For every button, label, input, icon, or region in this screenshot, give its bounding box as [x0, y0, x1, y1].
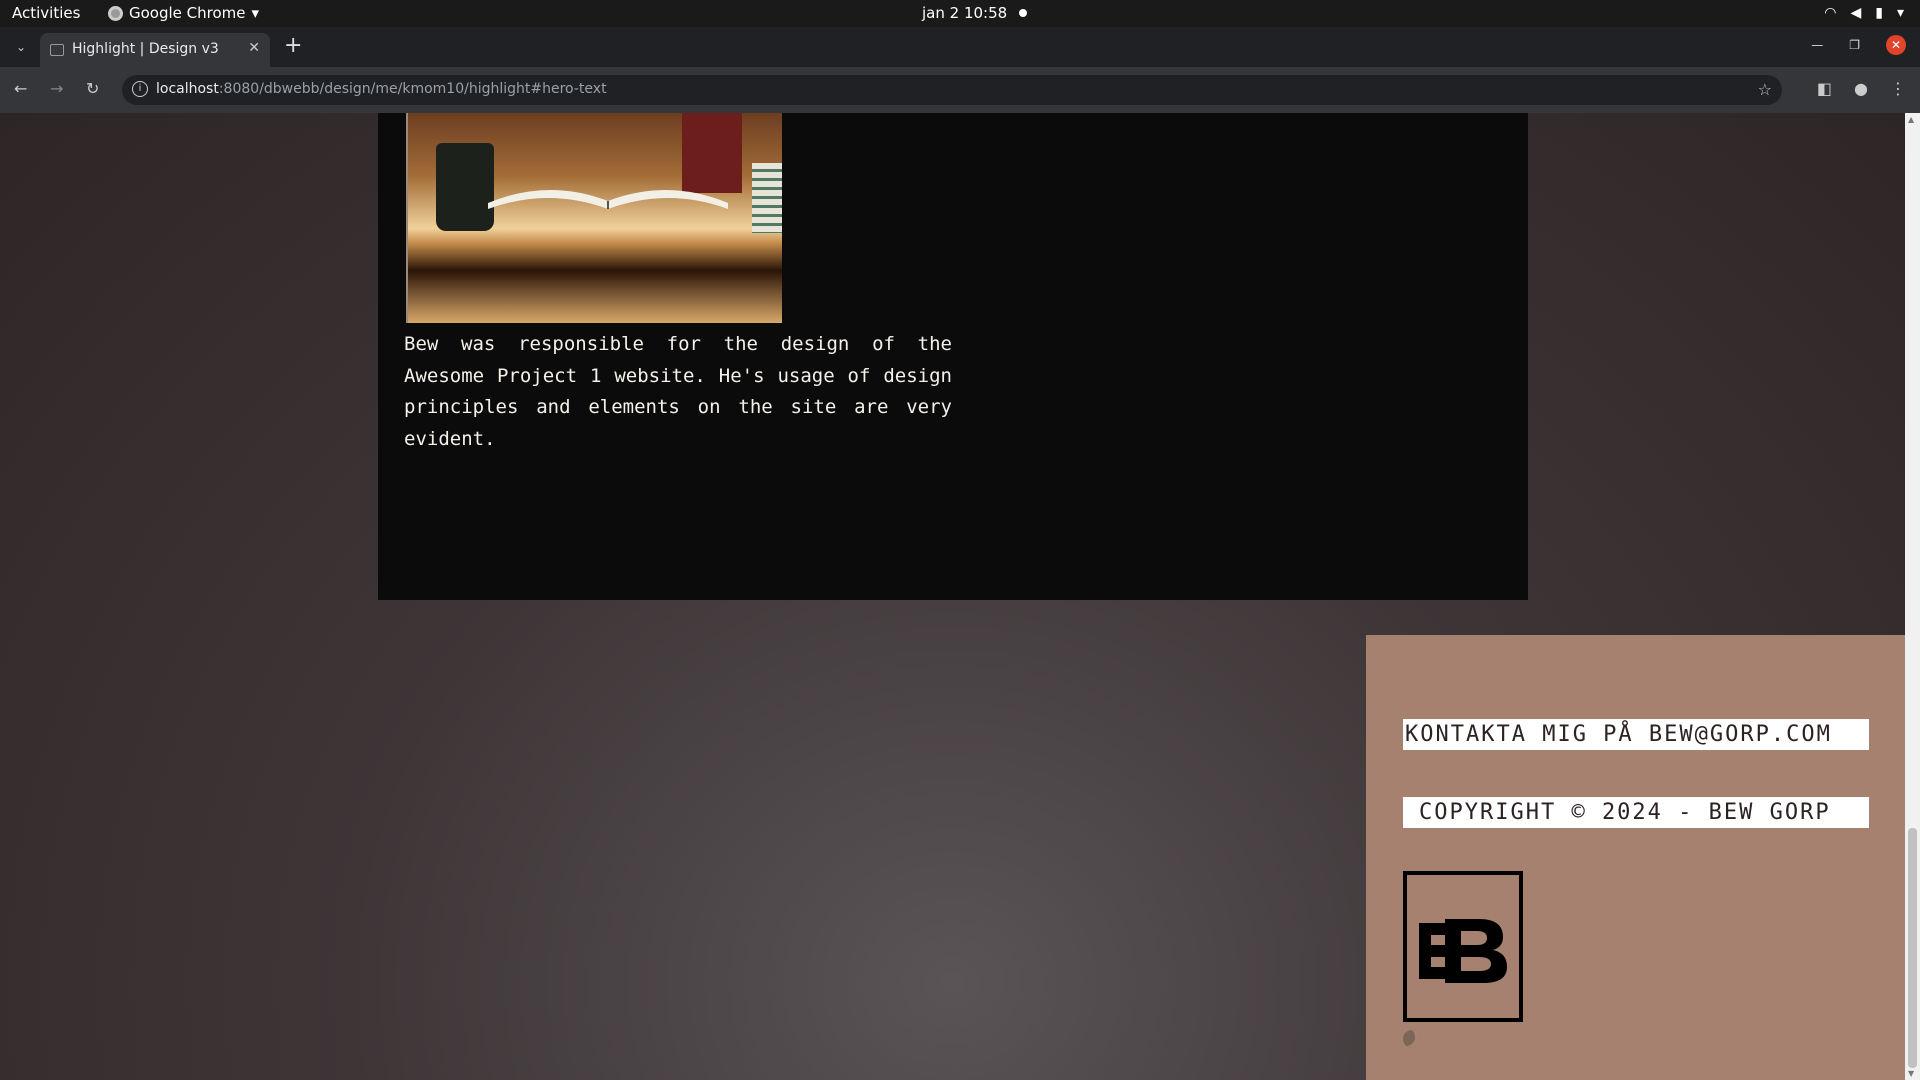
site-footer: KONTAKTA MIG PÅ BEW@GORP.COM COPYRIGHT ©…	[1366, 635, 1905, 1080]
profile-icon[interactable]: ●	[1854, 79, 1868, 98]
page-favicon-icon	[50, 44, 64, 56]
wifi-icon: ◠	[1824, 5, 1837, 21]
app-menu[interactable]: Google Chrome ▾	[108, 4, 259, 22]
kebab-menu-icon[interactable]: ⋮	[1890, 79, 1906, 98]
logo-monogram-icon	[1419, 919, 1507, 983]
chrome-icon	[108, 5, 123, 21]
side-panel-icon[interactable]: ◧	[1817, 79, 1832, 98]
site-info-icon[interactable]: i	[132, 81, 148, 97]
page-viewport: Bew was responsible for the design of th…	[0, 113, 1905, 1080]
toolbar-right: ◧ ● ⋮	[1817, 79, 1906, 98]
theme-toggle-moon-icon[interactable]	[1403, 1030, 1421, 1048]
tab-title: Highlight | Design v3	[72, 41, 219, 57]
forward-arrow-icon[interactable]: →	[50, 79, 63, 98]
hero-text: Bew was responsible for the design of th…	[404, 333, 952, 450]
battery-icon: ▮	[1875, 5, 1883, 21]
url-text: localhost:8080/dbwebb/design/me/kmom10/h…	[156, 81, 607, 97]
url-host: localhost	[156, 81, 219, 97]
page-scrollbar[interactable]: ▲ ▼	[1905, 113, 1920, 1080]
volume-icon: ◀	[1850, 5, 1862, 21]
caret-down-icon: ▾	[251, 4, 260, 22]
copyright-line: COPYRIGHT © 2024 - BEW GORP	[1403, 797, 1869, 828]
window-close-icon[interactable]: ✕	[1886, 35, 1906, 55]
browser-toolbar: ← → ↻ i localhost:8080/dbwebb/design/me/…	[0, 67, 1920, 113]
restore-icon[interactable]: ❐	[1849, 38, 1860, 52]
system-tray[interactable]: ◠ ◀ ▮ ▾	[1824, 5, 1904, 21]
app-name: Google Chrome	[129, 4, 246, 22]
url-path: :8080/dbwebb/design/me/kmom10/highlight#…	[218, 81, 607, 97]
image-book-stack	[752, 163, 782, 233]
tab-close-icon[interactable]: ✕	[248, 40, 260, 56]
content-panel: Bew was responsible for the design of th…	[378, 113, 1528, 600]
system-top-bar: Activities Google Chrome ▾ jan 2 10:58 ◠…	[0, 0, 1920, 27]
hero-image	[406, 113, 782, 323]
scroll-down-arrow-icon[interactable]: ▼	[1908, 1069, 1914, 1078]
reload-icon[interactable]: ↻	[86, 79, 99, 98]
clock[interactable]: jan 2 10:58	[922, 4, 1028, 22]
notification-dot-icon	[1019, 9, 1028, 17]
clock-text: jan 2 10:58	[922, 4, 1008, 22]
tab-active[interactable]: Highlight | Design v3 ✕	[40, 33, 270, 67]
scrollbar-thumb[interactable]	[1908, 828, 1917, 1068]
window-controls: — ❐ ✕	[1811, 35, 1906, 55]
tab-strip: ⌄ Highlight | Design v3 ✕ + — ❐ ✕	[0, 27, 1920, 67]
tab-search-button[interactable]: ⌄	[10, 36, 32, 58]
site-logo[interactable]	[1403, 871, 1523, 1022]
activities-button[interactable]: Activities	[12, 4, 80, 22]
new-tab-button[interactable]: +	[284, 33, 302, 58]
image-open-book	[488, 189, 728, 209]
address-bar[interactable]: i localhost:8080/dbwebb/design/me/kmom10…	[122, 75, 1782, 105]
bookmark-star-icon[interactable]: ☆	[1758, 80, 1772, 99]
contact-line[interactable]: KONTAKTA MIG PÅ BEW@GORP.COM	[1403, 719, 1869, 750]
minimize-icon[interactable]: —	[1811, 38, 1823, 52]
image-coffee-cup	[436, 143, 494, 231]
tray-caret-icon: ▾	[1896, 5, 1904, 21]
back-arrow-icon[interactable]: ←	[14, 79, 27, 98]
scroll-up-arrow-icon[interactable]: ▲	[1908, 115, 1914, 124]
